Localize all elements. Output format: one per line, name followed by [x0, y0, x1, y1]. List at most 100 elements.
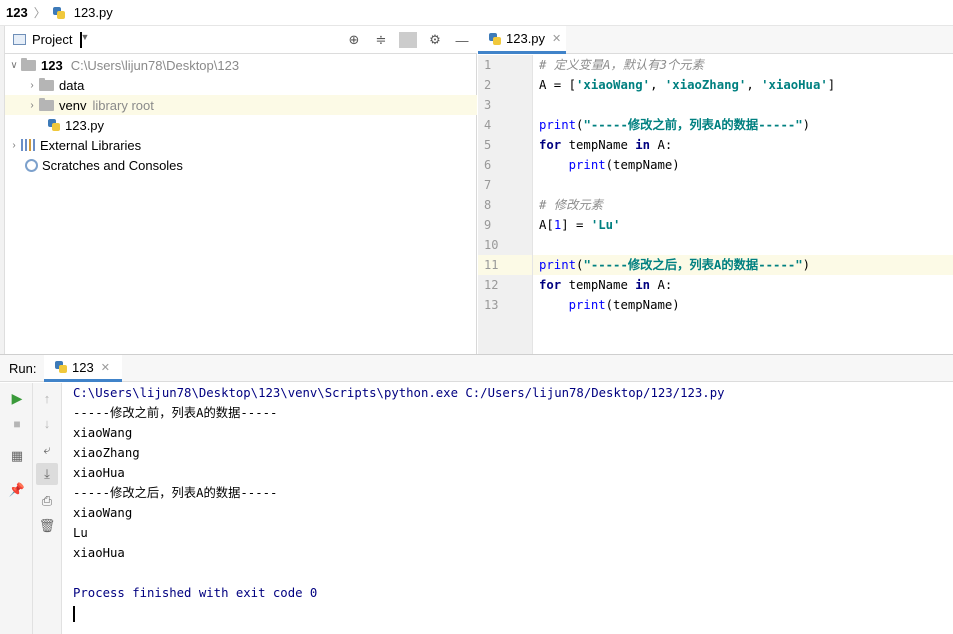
gear-icon[interactable]: ⚙	[426, 32, 444, 48]
code-builtin: print	[568, 158, 606, 172]
navigation-bar: 123 〉 123.py	[0, 0, 953, 26]
scroll-to-end-icon[interactable]: ⤓	[36, 463, 58, 485]
stop-icon[interactable]: ■	[6, 413, 28, 435]
code-string: "-----修改之前，列表A的数据-----"	[583, 118, 803, 132]
chevron-right-icon[interactable]: ›	[7, 140, 21, 151]
chevron-down-icon[interactable]: ▼	[80, 31, 89, 48]
breadcrumb-file[interactable]: 123.py	[74, 5, 113, 20]
code-text: ]	[827, 78, 836, 92]
editor-tab-bar: 123.py ✕	[478, 26, 953, 54]
code-string: 'xiaoZhang'	[664, 78, 747, 92]
scratches-icon	[25, 158, 38, 172]
tab-123-py[interactable]: 123.py ✕	[478, 26, 566, 54]
tree-item-venv[interactable]: › venv library root	[5, 95, 477, 115]
code-line-5: for tempName in A:	[533, 135, 953, 155]
collapse-all-icon[interactable]: ≑	[372, 32, 390, 48]
line-number: 4	[484, 118, 492, 132]
tree-item-data[interactable]: › data	[5, 75, 477, 95]
arrow-down-icon[interactable]: ↓	[36, 412, 58, 434]
code-string: 'xiaoHua'	[761, 78, 828, 92]
breadcrumb-project[interactable]: 123	[6, 5, 28, 20]
console-line: Process finished with exit code 0	[73, 586, 318, 600]
soft-wrap-icon[interactable]: ⤶	[36, 439, 58, 461]
console-line: C:\Users\lijun78\Desktop\123\venv\Script…	[73, 386, 725, 400]
text-cursor	[73, 605, 75, 622]
python-file-icon	[52, 6, 66, 20]
rerun-icon[interactable]: ▶	[6, 387, 28, 409]
code-line-2: A = ['xiaoWang', 'xiaoZhang', 'xiaoHua']	[533, 75, 953, 95]
tree-item-label: venv	[59, 97, 87, 113]
code-builtin: print	[539, 258, 577, 272]
line-number: 1	[484, 58, 492, 72]
trash-icon[interactable]: 🗑	[36, 515, 58, 537]
chevron-right-icon[interactable]: ›	[25, 80, 39, 91]
tree-item-scratches[interactable]: Scratches and Consoles	[5, 155, 477, 175]
console-line: -----修改之前，列表A的数据-----	[73, 406, 278, 420]
console-line: Lu	[73, 526, 88, 540]
code-line-13: print(tempName)	[533, 295, 953, 315]
code-builtin: print	[568, 298, 606, 312]
chevron-right-icon[interactable]: ›	[25, 100, 39, 111]
run-tab-123[interactable]: 123 ✕	[44, 355, 122, 382]
arrow-up-icon[interactable]: ↑	[36, 387, 58, 409]
line-number: 12	[484, 278, 499, 292]
code-keyword: for	[539, 138, 562, 152]
project-view-selector[interactable]: Project	[32, 32, 72, 47]
tree-item-path: C:\Users\lijun78\Desktop\123	[70, 57, 240, 73]
code-text: tempName	[561, 138, 636, 152]
code-string: 'Lu'	[590, 218, 621, 232]
code-line-4: print("-----修改之前，列表A的数据-----")	[533, 115, 953, 135]
code-text: A[	[539, 218, 554, 232]
line-number-gutter: 1 2 3 4 5 6 7 8 9 10 11 12 13	[478, 55, 533, 354]
tree-item-external-libraries[interactable]: › External Libraries	[5, 135, 477, 155]
tree-item-file[interactable]: 123.py	[5, 115, 477, 135]
folder-icon	[39, 97, 54, 111]
project-window-icon	[13, 34, 26, 45]
code-text: (tempName)	[605, 298, 680, 312]
library-icon	[21, 139, 36, 151]
line-number: 9	[484, 218, 492, 232]
pin-icon[interactable]: 📌	[6, 479, 28, 501]
tree-item-label: 123.py	[65, 117, 105, 133]
console-line: xiaoHua	[73, 466, 125, 480]
code-area[interactable]: # 定义变量A，默认有3个元素 A = ['xiaoWang', 'xiaoZh…	[533, 55, 953, 315]
locate-icon[interactable]: ⊕	[345, 32, 363, 48]
code-builtin: print	[539, 118, 577, 132]
project-header: Project ▼ ⊕ ≑ ⚙ —	[5, 26, 477, 54]
code-keyword: for	[539, 278, 562, 292]
hide-icon[interactable]: —	[453, 33, 471, 48]
console-input-line[interactable]	[73, 603, 953, 623]
tree-item-project-root[interactable]: ∨ 123 C:\Users\lijun78\Desktop\123	[5, 55, 477, 75]
print-icon[interactable]: ⎙	[36, 490, 58, 512]
project-tool-window: Project ▼ ⊕ ≑ ⚙ — ∨ 123 C:\Users\lijun78…	[0, 26, 477, 354]
code-line-1: # 定义变量A，默认有3个元素	[533, 55, 953, 75]
console-line: xiaoWang	[73, 426, 133, 440]
code-comment: # 修改元素	[539, 198, 603, 212]
run-header: Run: 123 ✕	[0, 355, 953, 382]
console-line: xiaoWang	[73, 506, 133, 520]
console-line: xiaoHua	[73, 546, 125, 560]
close-icon[interactable]: ✕	[101, 361, 110, 374]
close-icon[interactable]: ✕	[552, 32, 561, 45]
project-tree: ∨ 123 C:\Users\lijun78\Desktop\123 › dat…	[5, 55, 477, 175]
code-text: A = [	[539, 78, 577, 92]
project-toolbar: ⊕ ≑ ⚙ —	[345, 26, 471, 54]
code-line-9: A[1] = 'Lu'	[533, 215, 953, 235]
code-keyword: in	[635, 278, 651, 292]
code-line-12: for tempName in A:	[533, 275, 953, 295]
console-output[interactable]: C:\Users\lijun78\Desktop\123\venv\Script…	[62, 383, 953, 634]
code-text: A:	[650, 138, 673, 152]
run-tool-window: Run: 123 ✕ ▶ ■ ▦ 📌 ↑ ↓ ⤶ ⤓ ⎙ 🗑 C:\Users\…	[0, 354, 953, 634]
chevron-down-icon[interactable]: ∨	[7, 60, 21, 71]
code-text: )	[802, 118, 811, 132]
layout-icon[interactable]: ▦	[6, 445, 28, 467]
code-string: 'xiaoWang'	[576, 78, 651, 92]
run-primary-toolbar: ▶ ■ ▦ 📌	[0, 383, 33, 634]
folder-icon	[39, 77, 54, 91]
code-line-11: print("-----修改之后，列表A的数据-----")	[533, 255, 953, 275]
